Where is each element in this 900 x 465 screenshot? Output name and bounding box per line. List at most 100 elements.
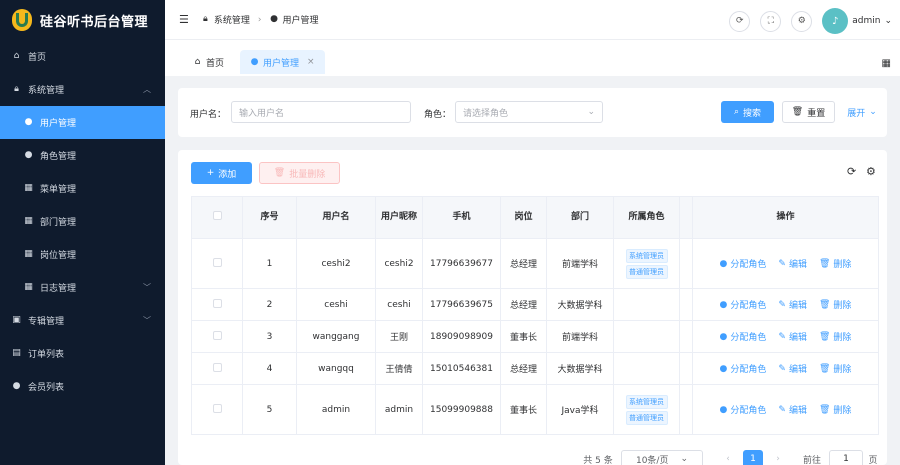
- tab-label: 用户管理: [263, 58, 300, 69]
- batch-delete-button[interactable]: 🗑︎ 批量删除: [259, 162, 340, 184]
- cell-no: 4: [242, 352, 297, 385]
- delete-label: 删除: [833, 333, 852, 343]
- role-select[interactable]: 请选择角色 ⌄: [455, 101, 603, 123]
- tab-home[interactable]: ⌂ 首页: [183, 50, 234, 74]
- select-cell: [191, 288, 243, 321]
- search-button-label: 搜索: [743, 108, 762, 119]
- delete-label: 删除: [833, 301, 852, 311]
- select-cell: [191, 320, 243, 353]
- delete-button[interactable]: 🗑︎ 删除: [819, 257, 851, 271]
- table-row: 2 ceshi ceshi 17796639675 总经理 大数据学科 ● 分配角色 ✎ 编辑 🗑︎…: [191, 288, 879, 321]
- settings-icon[interactable]: ⚙: [791, 10, 813, 32]
- trash-icon: 🗑︎: [818, 404, 831, 415]
- prev-page-button[interactable]: ‹: [719, 450, 737, 465]
- expand-button[interactable]: 展开 ⌄: [842, 101, 882, 123]
- table-row: 5 admin admin 15099909888 董事长 Java学科 系统管理员 普通管理…: [191, 384, 879, 435]
- goto-input[interactable]: 1: [829, 450, 863, 465]
- sidebar-item-label: 菜单管理: [40, 185, 77, 195]
- fullscreen-icon[interactable]: ⛶: [760, 10, 782, 32]
- role-tag: 普通管理员: [625, 410, 668, 425]
- username-input[interactable]: 输入用户名: [231, 101, 411, 123]
- user-menu[interactable]: ♪ admin ⌄: [822, 8, 892, 34]
- assign-role-button[interactable]: ● 分配角色: [720, 257, 767, 271]
- sidebar-item-label: 系统管理: [28, 86, 65, 96]
- breadcrumb-item: 用户管理: [282, 16, 319, 26]
- breadcrumb: 🔒︎ 系统管理 › ● 用户管理: [201, 13, 319, 27]
- row-checkbox[interactable]: [212, 403, 222, 413]
- sidebar: 硅谷听书后台管理 ⌂ 首页 🔒︎ 系统管理 ︿ ● 用户管理 ● 角色管理 ▦ …: [0, 0, 165, 465]
- refresh-icon[interactable]: ⟳: [847, 165, 856, 178]
- sidebar-item-logs[interactable]: ▦ 日志管理 ﹀: [0, 271, 165, 304]
- cell-username: wanggang: [296, 320, 376, 353]
- sidebar-item-orders[interactable]: ▤ 订单列表: [0, 337, 165, 370]
- sidebar-item-menus[interactable]: ▦ 菜单管理: [0, 172, 165, 205]
- close-icon[interactable]: ×: [307, 57, 315, 67]
- menu-toggle-icon[interactable]: ☰: [179, 13, 189, 26]
- app-title: 硅谷听书后台管理: [40, 14, 149, 30]
- grid-view-icon[interactable]: ▦: [882, 58, 891, 69]
- tab-users[interactable]: ● 用户管理 ×: [240, 50, 325, 74]
- user-icon: ●: [24, 150, 33, 160]
- header-tools: ⟳ ⛶ ⚙ ♪ admin ⌄: [729, 8, 892, 34]
- edit-label: 编辑: [788, 301, 807, 311]
- user-icon: ●: [719, 331, 728, 342]
- row-checkbox[interactable]: [212, 330, 222, 340]
- reset-button[interactable]: 🗑︎ 重置: [782, 101, 835, 123]
- sidebar-item-albums[interactable]: ▣ 专辑管理 ﹀: [0, 304, 165, 337]
- row-checkbox[interactable]: [212, 362, 222, 372]
- select-all-checkbox[interactable]: [212, 210, 222, 220]
- sidebar-item-posts[interactable]: ▦ 岗位管理: [0, 238, 165, 271]
- sidebar-item-label: 专辑管理: [28, 317, 65, 327]
- cell-dept: 大数据学科: [546, 352, 614, 385]
- username-label: 用户名：: [190, 110, 227, 120]
- page-suffix: 页: [868, 455, 878, 465]
- page-size-value: 10条/页: [635, 455, 669, 465]
- sidebar-item-roles[interactable]: ● 角色管理: [0, 139, 165, 172]
- row-checkbox[interactable]: [212, 257, 222, 267]
- table-header-row: 序号 用户名 用户昵称 手机 岗位 部门 所属角色 操作: [191, 196, 879, 239]
- row-checkbox[interactable]: [212, 298, 222, 308]
- page-number-active[interactable]: 1: [743, 450, 763, 465]
- search-button[interactable]: ⌕ 搜索: [721, 101, 774, 123]
- column-settings-icon[interactable]: ⚙: [866, 165, 876, 178]
- spacer-cell: [679, 288, 693, 321]
- chevron-down-icon: ⌄: [680, 454, 689, 464]
- assign-role-button[interactable]: ● 分配角色: [719, 330, 767, 344]
- top-bar: ☰ 🔒︎ 系统管理 › ● 用户管理 ⟳ ⛶ ⚙ ♪ admin ⌄: [165, 0, 900, 40]
- edit-button[interactable]: ✎ 编辑: [778, 330, 807, 344]
- edit-button[interactable]: ✎ 编辑: [778, 298, 807, 312]
- refresh-icon[interactable]: ⟳: [729, 10, 751, 32]
- edit-label: 编辑: [788, 365, 807, 375]
- delete-button[interactable]: 🗑︎ 删除: [819, 298, 852, 312]
- batch-delete-label: 批量删除: [289, 169, 326, 180]
- user-icon: ●: [719, 363, 728, 374]
- sidebar-item-members[interactable]: ● 会员列表: [0, 370, 165, 403]
- cell-post: 总经理: [500, 238, 547, 289]
- assign-role-button[interactable]: ● 分配角色: [720, 298, 767, 312]
- assign-role-button[interactable]: ● 分配角色: [719, 362, 767, 376]
- edit-button[interactable]: ✎ 编辑: [778, 403, 807, 417]
- page-size-select[interactable]: 10条/页 ⌄: [621, 450, 703, 465]
- cell-no: 2: [242, 288, 297, 321]
- tab-bar: ⌂ 首页 ● 用户管理 × ▦: [165, 40, 900, 76]
- home-icon: ⌂: [13, 51, 20, 61]
- edit-button[interactable]: ✎ 编辑: [778, 362, 807, 376]
- sidebar-item-users[interactable]: ● 用户管理: [0, 106, 165, 139]
- delete-button[interactable]: 🗑︎ 删除: [819, 362, 852, 376]
- sidebar-item-system[interactable]: 🔒︎ 系统管理 ︿: [0, 73, 165, 106]
- cell-no: 1: [242, 238, 297, 289]
- edit-button[interactable]: ✎ 编辑: [778, 257, 807, 271]
- sidebar-item-departments[interactable]: ▦ 部门管理: [0, 205, 165, 238]
- breadcrumb-item[interactable]: 系统管理: [214, 13, 250, 26]
- assign-role-button[interactable]: ● 分配角色: [720, 403, 767, 417]
- sidebar-item-home[interactable]: ⌂ 首页: [0, 40, 165, 73]
- cell-actions: ● 分配角色 ✎ 编辑 🗑︎ 删除: [692, 384, 879, 435]
- delete-label: 删除: [833, 365, 852, 375]
- edit-icon: ✎: [778, 363, 786, 374]
- delete-button[interactable]: 🗑︎ 删除: [818, 403, 851, 417]
- table-body: 1 ceshi2 ceshi2 17796639677 总经理 前端学科 系统管理员 普通管理…: [191, 238, 879, 435]
- delete-button[interactable]: 🗑︎ 删除: [819, 330, 852, 344]
- next-page-button[interactable]: ›: [769, 450, 787, 465]
- cell-roles: 系统管理员 普通管理员: [613, 238, 680, 289]
- add-button[interactable]: + 添加: [191, 162, 252, 184]
